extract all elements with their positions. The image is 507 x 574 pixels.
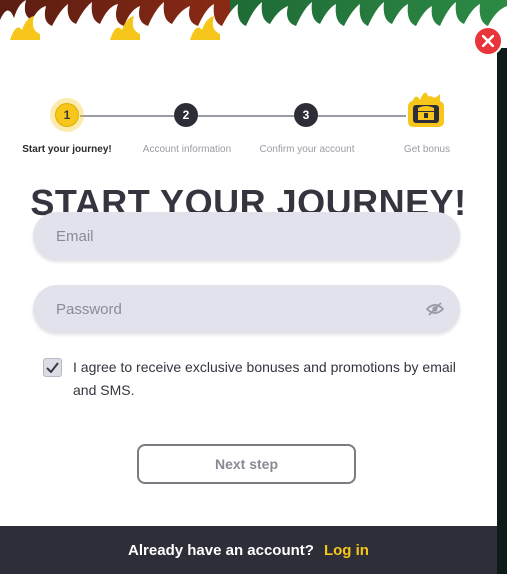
email-field-wrapper: [33, 212, 460, 260]
step-3-label: Confirm your account: [259, 144, 355, 155]
login-prompt: Already have an account?: [128, 541, 314, 559]
login-footer: Already have an account? Log in: [0, 526, 497, 574]
checkmark-icon: [46, 362, 59, 373]
step-connector: [80, 115, 174, 117]
step-1-label: Start your journey!: [22, 144, 112, 155]
eye-off-icon[interactable]: [426, 300, 444, 318]
password-field-wrapper: [33, 285, 460, 333]
step-4-label: Get bonus: [403, 144, 451, 155]
consent-label: I agree to receive exclusive bonuses and…: [73, 359, 456, 398]
treasure-chest-icon: [408, 92, 444, 127]
step-1-indicator: 1: [55, 103, 79, 127]
password-input[interactable]: [54, 299, 418, 319]
step-2-number: 2: [182, 108, 190, 122]
step-connector: [198, 115, 294, 117]
close-icon: [482, 35, 494, 47]
side-background: [497, 40, 507, 574]
close-button[interactable]: [473, 26, 503, 56]
step-1-number: 1: [63, 108, 71, 122]
next-step-button[interactable]: Next step: [137, 444, 356, 484]
step-connector: [318, 115, 406, 117]
step-2-indicator: 2: [174, 103, 198, 127]
progress-stepper: 1 2 3 Start your journey! Account inform…: [0, 92, 497, 168]
step-3-number: 3: [302, 108, 310, 122]
email-input[interactable]: [54, 226, 418, 246]
consent-checkbox[interactable]: [43, 358, 62, 377]
step-2-label: Account information: [142, 144, 232, 155]
step-3-indicator: 3: [294, 103, 318, 127]
login-link[interactable]: Log in: [324, 542, 369, 559]
